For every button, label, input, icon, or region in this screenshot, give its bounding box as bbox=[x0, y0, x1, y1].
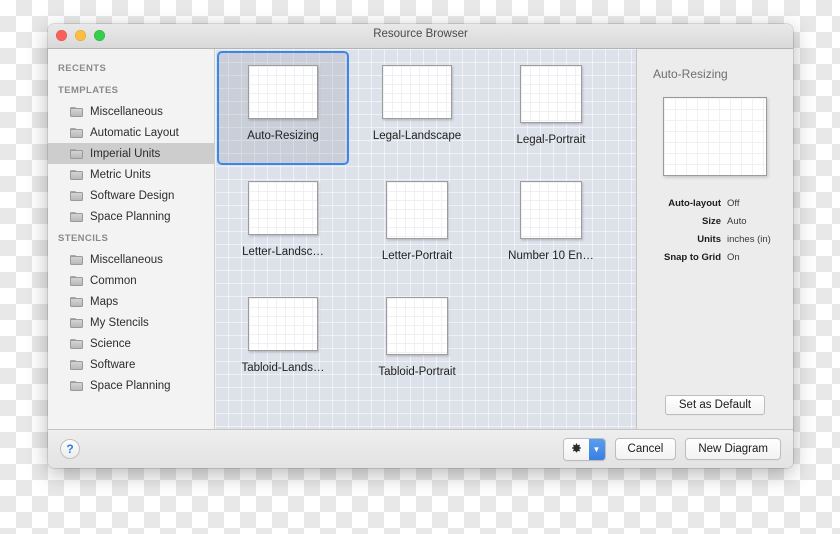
window-titlebar: Resource Browser bbox=[48, 24, 793, 49]
sidebar-item-maps[interactable]: Maps bbox=[48, 291, 214, 312]
sidebar-item-label: Miscellaneous bbox=[90, 106, 163, 118]
sidebar-item-my-stencils[interactable]: My Stencils bbox=[48, 312, 214, 333]
sidebar-item-miscellaneous-templates[interactable]: Miscellaneous bbox=[48, 101, 214, 122]
sidebar-item-label: Space Planning bbox=[90, 380, 171, 392]
template-thumbnail bbox=[520, 181, 582, 239]
sidebar-item-software[interactable]: Software bbox=[48, 354, 214, 375]
property-row-auto-layout: Auto-layout Off bbox=[653, 198, 777, 210]
folder-icon bbox=[70, 276, 83, 286]
folder-icon bbox=[70, 191, 83, 201]
template-thumbnail bbox=[386, 181, 448, 239]
window-body: RECENTS TEMPLATES Miscellaneous Automati… bbox=[48, 49, 793, 430]
set-as-default-button[interactable]: Set as Default bbox=[665, 395, 765, 415]
template-thumbnail bbox=[248, 297, 318, 351]
template-thumbnail bbox=[386, 297, 448, 355]
template-card-label: Letter-Portrait bbox=[382, 250, 452, 262]
folder-icon bbox=[70, 107, 83, 117]
folder-icon bbox=[70, 170, 83, 180]
template-thumbnail bbox=[382, 65, 452, 119]
folder-icon bbox=[70, 149, 83, 159]
dialog-actions: ▼ Cancel New Diagram bbox=[563, 438, 781, 461]
folder-icon bbox=[70, 128, 83, 138]
template-card-label: Number 10 En… bbox=[508, 250, 594, 262]
folder-icon bbox=[70, 381, 83, 391]
sidebar-section-header-templates: TEMPLATES bbox=[48, 79, 214, 101]
sidebar-item-label: Common bbox=[90, 275, 137, 287]
cancel-button[interactable]: Cancel bbox=[615, 438, 677, 460]
template-thumbnail bbox=[520, 65, 582, 123]
folder-icon bbox=[70, 360, 83, 370]
window-title: Resource Browser bbox=[48, 28, 793, 40]
inspector-panel: Auto-Resizing Auto-layout Off Size Auto … bbox=[637, 49, 793, 429]
property-label: Auto-layout bbox=[653, 198, 727, 210]
sidebar-item-label: Software Design bbox=[90, 190, 174, 202]
template-card-letter-portrait[interactable]: Letter-Portrait bbox=[351, 167, 483, 281]
sidebar-item-label: Space Planning bbox=[90, 211, 171, 223]
template-card-label: Tabloid-Portrait bbox=[378, 366, 455, 378]
sidebar-item-label: Software bbox=[90, 359, 135, 371]
property-label: Size bbox=[653, 216, 727, 228]
property-label: Units bbox=[653, 234, 727, 246]
template-thumbnail bbox=[248, 181, 318, 235]
property-value: Off bbox=[727, 198, 740, 210]
property-value: inches (in) bbox=[727, 234, 771, 246]
folder-icon bbox=[70, 318, 83, 328]
sidebar-item-space-planning-stencils[interactable]: Space Planning bbox=[48, 375, 214, 396]
property-label: Snap to Grid bbox=[653, 252, 727, 264]
template-card-label: Legal-Landscape bbox=[373, 130, 461, 142]
folder-icon bbox=[70, 212, 83, 222]
template-card-number-10-envelope[interactable]: Number 10 En… bbox=[485, 167, 617, 281]
gear-icon[interactable] bbox=[564, 439, 589, 460]
template-card-label: Letter-Landsc… bbox=[242, 246, 324, 258]
sidebar-item-label: Automatic Layout bbox=[90, 127, 179, 139]
property-row-snap-to-grid: Snap to Grid On bbox=[653, 252, 777, 264]
property-row-size: Size Auto bbox=[653, 216, 777, 228]
sidebar-item-label: Maps bbox=[90, 296, 118, 308]
sidebar-item-imperial-units[interactable]: Imperial Units bbox=[48, 143, 214, 164]
sidebar-section-header-stencils: STENCILS bbox=[48, 227, 214, 249]
property-value: Auto bbox=[727, 216, 747, 228]
template-card-tabloid-landscape[interactable]: Tabloid-Lands… bbox=[217, 283, 349, 397]
resource-browser-window: Resource Browser RECENTS TEMPLATES Misce… bbox=[48, 24, 793, 468]
template-card-legal-portrait[interactable]: Legal-Portrait bbox=[485, 51, 617, 165]
inspector-title: Auto-Resizing bbox=[653, 67, 777, 81]
sidebar-item-common[interactable]: Common bbox=[48, 270, 214, 291]
folder-icon bbox=[70, 255, 83, 265]
sidebar-item-space-planning-templates[interactable]: Space Planning bbox=[48, 206, 214, 227]
template-grid: Auto-Resizing Legal-Landscape Legal-Port… bbox=[215, 49, 636, 399]
property-value: On bbox=[727, 252, 740, 264]
sidebar-item-label: Metric Units bbox=[90, 169, 151, 181]
chevron-down-icon[interactable]: ▼ bbox=[589, 439, 605, 460]
new-diagram-button[interactable]: New Diagram bbox=[685, 438, 781, 460]
inspector-preview-thumbnail bbox=[663, 97, 767, 176]
sidebar-item-software-design[interactable]: Software Design bbox=[48, 185, 214, 206]
sidebar-section-header-recents: RECENTS bbox=[48, 57, 214, 79]
template-thumbnail bbox=[248, 65, 318, 119]
folder-icon bbox=[70, 297, 83, 307]
sidebar-item-science[interactable]: Science bbox=[48, 333, 214, 354]
template-card-label: Tabloid-Lands… bbox=[241, 362, 324, 374]
template-grid-area[interactable]: Auto-Resizing Legal-Landscape Legal-Port… bbox=[215, 49, 637, 429]
sidebar-item-label: Science bbox=[90, 338, 131, 350]
sidebar-item-metric-units[interactable]: Metric Units bbox=[48, 164, 214, 185]
property-row-units: Units inches (in) bbox=[653, 234, 777, 246]
sidebar-item-automatic-layout[interactable]: Automatic Layout bbox=[48, 122, 214, 143]
sidebar[interactable]: RECENTS TEMPLATES Miscellaneous Automati… bbox=[48, 49, 215, 429]
template-card-label: Legal-Portrait bbox=[516, 134, 585, 146]
template-card-letter-landscape[interactable]: Letter-Landsc… bbox=[217, 167, 349, 281]
template-card-legal-landscape[interactable]: Legal-Landscape bbox=[351, 51, 483, 165]
set-as-default-container: Set as Default bbox=[637, 395, 793, 415]
sidebar-item-miscellaneous-stencils[interactable]: Miscellaneous bbox=[48, 249, 214, 270]
sidebar-item-label: Miscellaneous bbox=[90, 254, 163, 266]
sidebar-item-label: Imperial Units bbox=[90, 148, 160, 160]
folder-icon bbox=[70, 339, 83, 349]
template-card-label: Auto-Resizing bbox=[247, 130, 319, 142]
help-button[interactable]: ? bbox=[60, 439, 80, 459]
sidebar-item-label: My Stencils bbox=[90, 317, 149, 329]
template-card-auto-resizing[interactable]: Auto-Resizing bbox=[217, 51, 349, 165]
dialog-bottom-bar: ? ▼ Cancel New Diagram bbox=[48, 430, 793, 468]
action-menu-button[interactable]: ▼ bbox=[563, 438, 606, 461]
template-card-tabloid-portrait[interactable]: Tabloid-Portrait bbox=[351, 283, 483, 397]
